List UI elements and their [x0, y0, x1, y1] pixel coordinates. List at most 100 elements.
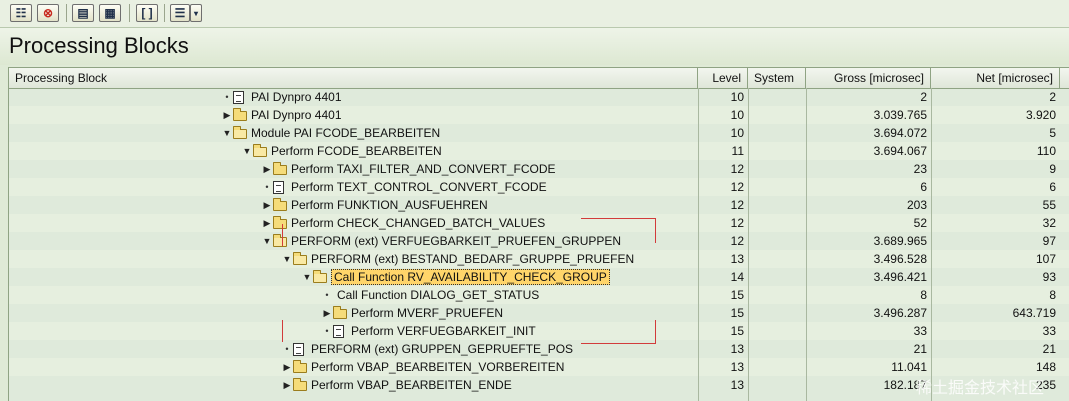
document-icon: [233, 90, 247, 104]
gross-time-cell: 3.496.528: [873, 252, 927, 266]
leaf-bullet-icon: •: [285, 344, 289, 354]
column-header-level[interactable]: Level: [698, 68, 748, 88]
table-row[interactable]: ▶ Perform MVERF_PRUEFEN 15 3.496.287 643.719: [9, 304, 1069, 322]
table-row[interactable]: ▶ Perform CHECK_CHANGED_BATCH_VALUES 12 52 3…: [9, 214, 1069, 232]
folder-icon: [333, 305, 347, 320]
net-time-cell: 32: [1042, 216, 1056, 230]
expand-triangle-icon[interactable]: ▶: [221, 106, 233, 124]
table-row[interactable]: • PERFORM (ext) GRUPPEN_GEPRUEFTE_POS 13 21…: [9, 340, 1069, 358]
system-cell: [748, 88, 806, 106]
level-cell: 13: [730, 342, 744, 356]
watermark-text: 稀土掘金技术社区: [916, 378, 1045, 397]
tree-node[interactable]: • Perform VERFUEGBARKEIT_INIT: [321, 322, 535, 340]
net-time-cell: 8: [1049, 288, 1056, 302]
column-header-processing-block[interactable]: Processing Block: [9, 68, 698, 88]
tree-node[interactable]: • PERFORM (ext) GRUPPEN_GEPRUEFTE_POS: [281, 340, 573, 358]
system-cell: [748, 124, 806, 142]
processing-block-label: Call Function RV_AVAILABILITY_CHECK_GROU…: [331, 269, 610, 285]
leaf-bullet-icon: •: [265, 182, 269, 192]
annotation-line: [581, 218, 656, 219]
tree-node[interactable]: • Call Function DIALOG_GET_STATUS: [321, 286, 539, 304]
tree-node[interactable]: • Perform TEXT_CONTROL_CONVERT_FCODE: [261, 178, 546, 196]
system-cell: [748, 304, 806, 322]
folder-icon: [293, 359, 307, 374]
table-row[interactable]: • Perform TEXT_CONTROL_CONVERT_FCODE 12 6 6: [9, 178, 1069, 196]
annotation-line: [655, 320, 656, 344]
expand-triangle-icon[interactable]: ▶: [261, 196, 273, 214]
level-cell: 13: [730, 378, 744, 392]
table-row[interactable]: • Perform VERFUEGBARKEIT_INIT 15 33 33: [9, 322, 1069, 340]
toolbar-separator: [129, 4, 130, 22]
table-row[interactable]: • PAI Dynpro 4401 10 2 2: [9, 88, 1069, 106]
system-cell: [748, 196, 806, 214]
column-divider: [806, 88, 807, 401]
tree-node[interactable]: ▶ Perform VBAP_BEARBEITEN_VORBEREITEN: [281, 358, 564, 376]
tree-node[interactable]: ▼ PERFORM (ext) VERFUEGBARKEIT_PRUEFEN_GR…: [261, 232, 621, 250]
tree-node[interactable]: ▶ Perform FUNKTION_AUSFUEHREN: [261, 196, 488, 214]
open-folder-icon: [253, 143, 267, 158]
hierarchy-expand-button[interactable]: ▤: [72, 4, 94, 22]
table-row[interactable]: ▼ Module PAI FCODE_BEARBEITEN 10 3.694.072 5: [9, 124, 1069, 142]
document-icon: [273, 180, 287, 194]
table-row[interactable]: • Call Function DIALOG_GET_STATUS 15 8 8: [9, 286, 1069, 304]
column-divider: [748, 88, 749, 401]
fullscreen-brackets-button[interactable]: [ ]: [136, 4, 158, 22]
level-cell: 15: [730, 306, 744, 320]
net-time-cell: 97: [1042, 234, 1056, 248]
system-cell: [748, 340, 806, 358]
table-row[interactable]: ▶ Perform FUNKTION_AUSFUEHREN 12 203 55: [9, 196, 1069, 214]
open-folder-icon: [273, 233, 287, 248]
column-header-net[interactable]: Net [microsec]: [931, 68, 1060, 88]
table-row[interactable]: ▶ Perform VBAP_BEARBEITEN_VORBEREITEN 13 11…: [9, 358, 1069, 376]
expand-triangle-icon[interactable]: ▶: [281, 376, 293, 394]
system-cell: [748, 268, 806, 286]
tree-node[interactable]: ▶ PAI Dynpro 4401: [221, 106, 342, 124]
level-cell: 14: [730, 270, 744, 284]
page-title: Processing Blocks: [9, 33, 189, 58]
column-header-gross[interactable]: Gross [microsec]: [806, 68, 931, 88]
tree-node[interactable]: ▶ Perform MVERF_PRUEFEN: [321, 304, 503, 322]
system-cell: [748, 250, 806, 268]
binoculars-find-button[interactable]: ☷: [10, 4, 32, 22]
table-row[interactable]: ▼ PERFORM (ext) VERFUEGBARKEIT_PRUEFEN_GR…: [9, 232, 1069, 250]
export-list-button[interactable]: ☰: [170, 4, 190, 22]
system-cell: [748, 106, 806, 124]
collapse-triangle-icon[interactable]: ▼: [261, 232, 273, 250]
export-dropdown-arrow-icon[interactable]: ▾: [190, 4, 202, 22]
processing-blocks-tree-table: Processing Block Level System Gross [mic…: [8, 67, 1069, 401]
table-row[interactable]: ▶ Perform TAXI_FILTER_AND_CONVERT_FCODE 12…: [9, 160, 1069, 178]
table-row[interactable]: ▼ Perform FCODE_BEARBEITEN 11 3.694.067 110: [9, 142, 1069, 160]
open-folder-icon: [233, 125, 247, 140]
system-cell: [748, 358, 806, 376]
collapse-triangle-icon[interactable]: ▼: [301, 268, 313, 286]
tree-node[interactable]: • PAI Dynpro 4401: [221, 88, 341, 106]
grid-layout-button[interactable]: ▦: [99, 4, 121, 22]
annotation-line: [581, 343, 656, 344]
expand-triangle-icon[interactable]: ▶: [261, 214, 273, 232]
gross-time-cell: 3.689.965: [873, 234, 927, 248]
gross-time-cell: 3.039.765: [873, 108, 927, 122]
net-time-cell: 55: [1042, 198, 1056, 212]
tree-node[interactable]: ▼ PERFORM (ext) BESTAND_BEDARF_GRUPPE_PRU…: [281, 250, 634, 268]
processing-block-label: Perform VBAP_BEARBEITEN_ENDE: [311, 378, 512, 392]
table-row[interactable]: ▶ PAI Dynpro 4401 10 3.039.765 3.920: [9, 106, 1069, 124]
tree-node[interactable]: ▼ Perform FCODE_BEARBEITEN: [241, 142, 442, 160]
processing-block-label: Perform FUNKTION_AUSFUEHREN: [291, 198, 488, 212]
tree-node[interactable]: ▼ Module PAI FCODE_BEARBEITEN: [221, 124, 440, 142]
expand-triangle-icon[interactable]: ▶: [321, 304, 333, 322]
stop-cancel-button[interactable]: ⊗: [37, 4, 59, 22]
table-row[interactable]: ▶ Perform VBAP_BEARBEITEN_ENDE 13 182.187 23…: [9, 376, 1069, 394]
expand-triangle-icon[interactable]: ▶: [261, 160, 273, 178]
tree-node[interactable]: ▶ Perform VBAP_BEARBEITEN_ENDE: [281, 376, 512, 394]
collapse-triangle-icon[interactable]: ▼: [281, 250, 293, 268]
table-row[interactable]: ▼ PERFORM (ext) BESTAND_BEDARF_GRUPPE_PRU…: [9, 250, 1069, 268]
expand-triangle-icon[interactable]: ▶: [281, 358, 293, 376]
tree-node[interactable]: ▶ Perform CHECK_CHANGED_BATCH_VALUES: [261, 214, 545, 232]
tree-node[interactable]: ▶ Perform TAXI_FILTER_AND_CONVERT_FCODE: [261, 160, 556, 178]
column-header-system[interactable]: System: [748, 68, 806, 88]
collapse-triangle-icon[interactable]: ▼: [241, 142, 253, 160]
table-row[interactable]: ▼ Call Function RV_AVAILABILITY_CHECK_GRO…: [9, 268, 1069, 286]
level-cell: 12: [730, 180, 744, 194]
collapse-triangle-icon[interactable]: ▼: [221, 124, 233, 142]
tree-node[interactable]: ▼ Call Function RV_AVAILABILITY_CHECK_GRO…: [301, 268, 610, 286]
